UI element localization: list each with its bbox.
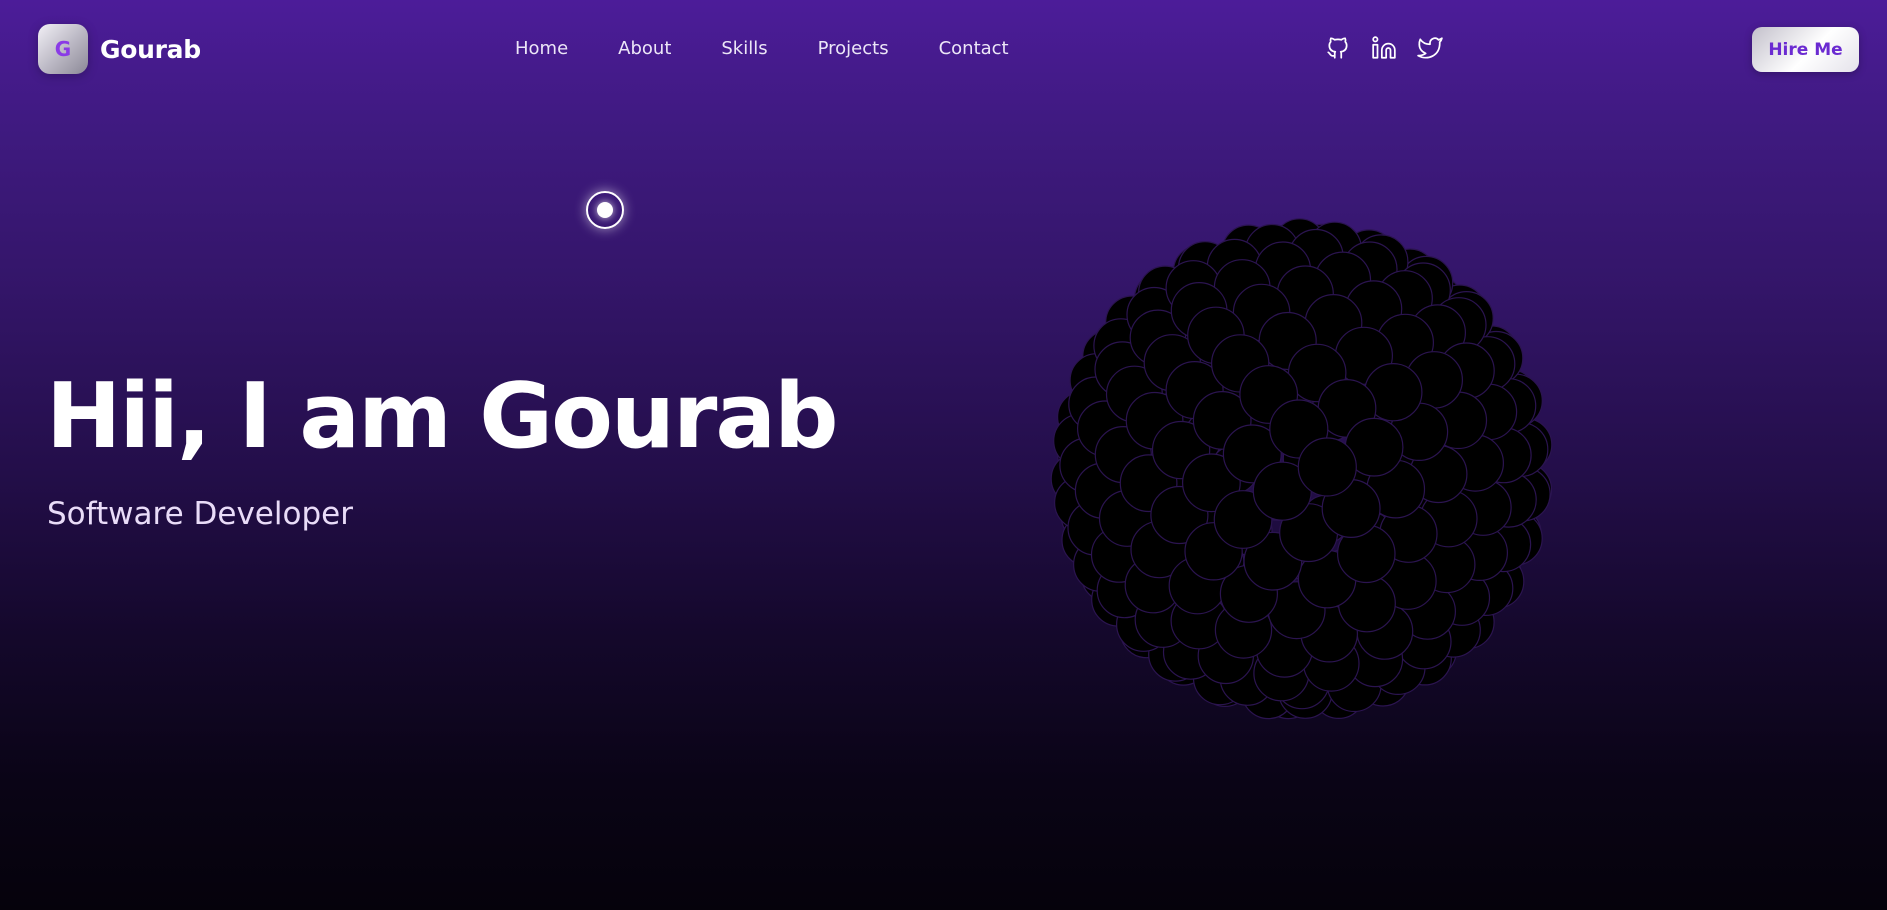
- nav-link-about[interactable]: About: [618, 36, 671, 62]
- nav-link-contact[interactable]: Contact: [939, 36, 1009, 62]
- brand-name: Gourab: [100, 34, 201, 64]
- linkedin-icon[interactable]: [1371, 35, 1397, 61]
- main-nav: Home About Skills Projects Contact: [515, 36, 1059, 62]
- nav-link-skills[interactable]: Skills: [721, 36, 767, 62]
- nav-link-projects[interactable]: Projects: [818, 36, 889, 62]
- hero-subtitle: Software Developer: [47, 496, 353, 532]
- sphere-ball: [1297, 437, 1357, 497]
- logo-badge: G: [38, 24, 88, 74]
- hero-title: Hii, I am Gourab: [46, 364, 839, 469]
- navbar: G Gourab Home About Skills Projects Cont…: [0, 0, 1887, 98]
- nav-link-home[interactable]: Home: [515, 36, 568, 62]
- github-icon[interactable]: [1325, 35, 1351, 61]
- twitter-icon[interactable]: [1417, 35, 1443, 61]
- hire-me-button[interactable]: Hire Me: [1752, 27, 1859, 72]
- brand-logo-link[interactable]: G Gourab: [38, 24, 201, 74]
- custom-cursor: [586, 191, 624, 229]
- social-links: [1325, 35, 1443, 61]
- ball-sphere-canvas[interactable]: [1020, 195, 1620, 775]
- cursor-dot: [597, 202, 613, 218]
- logo-letter: G: [54, 37, 72, 61]
